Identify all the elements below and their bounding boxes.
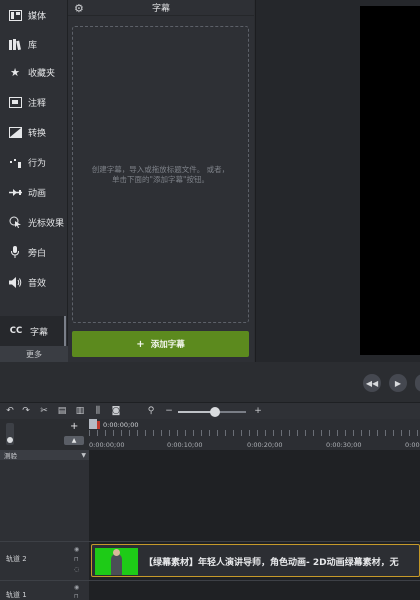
sidebar-item-cursor-effects[interactable]: 光标效果 — [0, 207, 66, 237]
zoom-search-icon[interactable]: ⚲ — [145, 405, 157, 417]
sidebar-item-label: 转换 — [28, 128, 47, 139]
clip-title: 【绿幕素材】年轻人演讲导师，角色动画- 2D动画绿幕素材，无 — [144, 558, 399, 568]
playhead-handle[interactable] — [89, 419, 97, 429]
eye-icon[interactable]: ◉ — [74, 546, 79, 553]
lock-icon[interactable]: ⊓ — [74, 556, 79, 563]
timeline-toolbar: ↶ ↷ ✂ ▤ ▥ ⫼ ◙ ⚲ − + — [0, 402, 420, 419]
plus-icon: + — [136, 338, 145, 350]
sidebar-item-transitions[interactable]: 转换 — [0, 117, 66, 147]
zoom-slider-fill — [178, 411, 214, 413]
sidebar-item-voice-narration[interactable]: 旁白 — [0, 237, 66, 267]
microphone-icon — [8, 245, 22, 259]
sidebar-item-label: 行为 — [28, 158, 47, 169]
playhead-marker[interactable] — [97, 421, 100, 429]
lock-icon[interactable]: ⊓ — [74, 593, 79, 600]
snapshot-icon[interactable]: ◙ — [110, 405, 122, 417]
sidebar: 媒体 库 ★ 收藏夹 注释 转换 行为 动画 光标效果 旁白 音效 CC 字幕 … — [0, 0, 68, 362]
ruler-ticks — [89, 430, 420, 436]
add-caption-label: 添加字幕 — [150, 340, 185, 350]
collapse-tracks-icon[interactable]: ▲ — [64, 436, 84, 445]
sidebar-item-label: 库 — [28, 40, 38, 51]
transition-icon — [8, 125, 22, 139]
ruler-label: 0:00:20;00 — [247, 441, 283, 449]
track-labels — [0, 460, 89, 600]
track-divider — [0, 541, 420, 542]
zoom-in-icon[interactable]: + — [252, 405, 264, 417]
paste-icon[interactable]: ▥ — [74, 405, 86, 417]
cc-icon: CC — [9, 326, 23, 336]
sidebar-item-favorites[interactable]: ★ 收藏夹 — [0, 57, 66, 87]
ruler-label: 0:00:10;00 — [167, 441, 203, 449]
quiz-track-label: 测验 — [4, 452, 17, 460]
playhead-time: 0:00:00;00 — [103, 421, 139, 429]
video-clip[interactable]: 【绿幕素材】年轻人演讲导师，角色动画- 2D动画绿幕素材，无 — [91, 544, 420, 577]
chevron-down-icon[interactable]: ▼ — [81, 452, 86, 459]
playback-controls: ◀◀ ▶ — [255, 362, 420, 402]
step-back-icon[interactable]: ◀◀ — [363, 374, 381, 392]
sidebar-item-captions[interactable]: CC 字幕 — [0, 316, 66, 346]
sidebar-item-label: 收藏夹 — [28, 68, 56, 79]
sidebar-item-library[interactable]: 库 — [0, 29, 66, 59]
play-icon[interactable]: ▶ — [389, 374, 407, 392]
track-height-slider[interactable] — [6, 423, 14, 445]
cut-icon[interactable]: ✂ — [38, 405, 50, 417]
zoom-out-icon[interactable]: − — [163, 405, 175, 417]
zoom-slider-knob[interactable] — [210, 407, 220, 417]
sidebar-item-audio-effects[interactable]: 音效 — [0, 267, 66, 297]
preview-canvas[interactable] — [360, 6, 420, 355]
behavior-icon — [8, 155, 22, 169]
undo-icon[interactable]: ↶ — [4, 405, 16, 417]
sidebar-item-annotations[interactable]: 注释 — [0, 87, 66, 117]
copy-icon[interactable]: ▤ — [56, 405, 68, 417]
ruler-label: 0:00:40;00 — [405, 441, 420, 449]
sidebar-item-behaviors[interactable]: 行为 — [0, 147, 66, 177]
redo-icon[interactable]: ↷ — [20, 405, 32, 417]
add-caption-button[interactable]: + 添加字幕 — [72, 331, 249, 357]
sidebar-item-label: 音效 — [28, 278, 47, 289]
annotation-icon — [8, 95, 22, 109]
dropzone-hint: 创建字幕，导入或拖放标题文件。 或者，单击下面的"添加字幕"按钮。 — [91, 164, 230, 184]
star-icon: ★ — [10, 65, 20, 79]
step-forward-icon[interactable] — [415, 374, 420, 392]
time-ruler[interactable]: 0:00:00;00 0:00:00;00 0:00:10;00 0:00:20… — [89, 419, 420, 450]
track-name[interactable]: 轨道 1 — [6, 590, 27, 600]
sidebar-item-animations[interactable]: 动画 — [0, 177, 66, 207]
animation-icon — [8, 185, 22, 199]
cursor-effects-icon — [8, 215, 22, 229]
ruler-label: 0:00:00;00 — [89, 441, 125, 449]
panel-header: ⚙ 字幕 — [68, 0, 254, 16]
gear-icon[interactable]: ⚙ — [74, 2, 84, 15]
sidebar-item-label: 注释 — [28, 98, 47, 109]
media-bin-icon — [8, 8, 22, 22]
add-track-icon[interactable]: + — [70, 421, 78, 432]
clip-thumbnail — [95, 548, 138, 575]
library-icon — [8, 37, 22, 51]
track-height-knob[interactable] — [7, 437, 13, 443]
more-button[interactable]: 更多 — [0, 346, 68, 362]
panel-title: 字幕 — [151, 4, 170, 14]
sidebar-item-label: 动画 — [28, 188, 47, 199]
presenter-figure — [111, 554, 122, 575]
presenter-head — [113, 549, 120, 556]
panel-footer-space — [0, 362, 255, 402]
sidebar-item-label: 光标效果 — [28, 218, 65, 229]
sidebar-item-label: 旁白 — [28, 248, 47, 259]
timeline-left-header: + ▲ — [0, 419, 89, 450]
split-icon[interactable]: ⫼ — [92, 405, 104, 417]
sidebar-item-label: 媒体 — [28, 11, 47, 22]
caption-dropzone[interactable]: 创建字幕，导入或拖放标题文件。 或者，单击下面的"添加字幕"按钮。 — [72, 26, 249, 323]
captions-panel: ⚙ 字幕 创建字幕，导入或拖放标题文件。 或者，单击下面的"添加字幕"按钮。 +… — [68, 0, 254, 362]
track-divider — [0, 580, 420, 581]
quiz-track-row[interactable]: 测验 ▼ — [0, 450, 89, 460]
preview-area — [255, 0, 420, 362]
track-name[interactable]: 轨道 2 — [6, 554, 27, 564]
eye-icon[interactable]: ◉ — [74, 584, 79, 591]
mute-icon[interactable]: ◌ — [74, 566, 79, 573]
audio-icon — [8, 275, 22, 289]
sidebar-item-label: 字幕 — [30, 327, 49, 338]
ruler-label: 0:00:30;00 — [326, 441, 362, 449]
sidebar-item-media[interactable]: 媒体 — [0, 0, 66, 30]
timeline-body[interactable] — [89, 450, 420, 600]
